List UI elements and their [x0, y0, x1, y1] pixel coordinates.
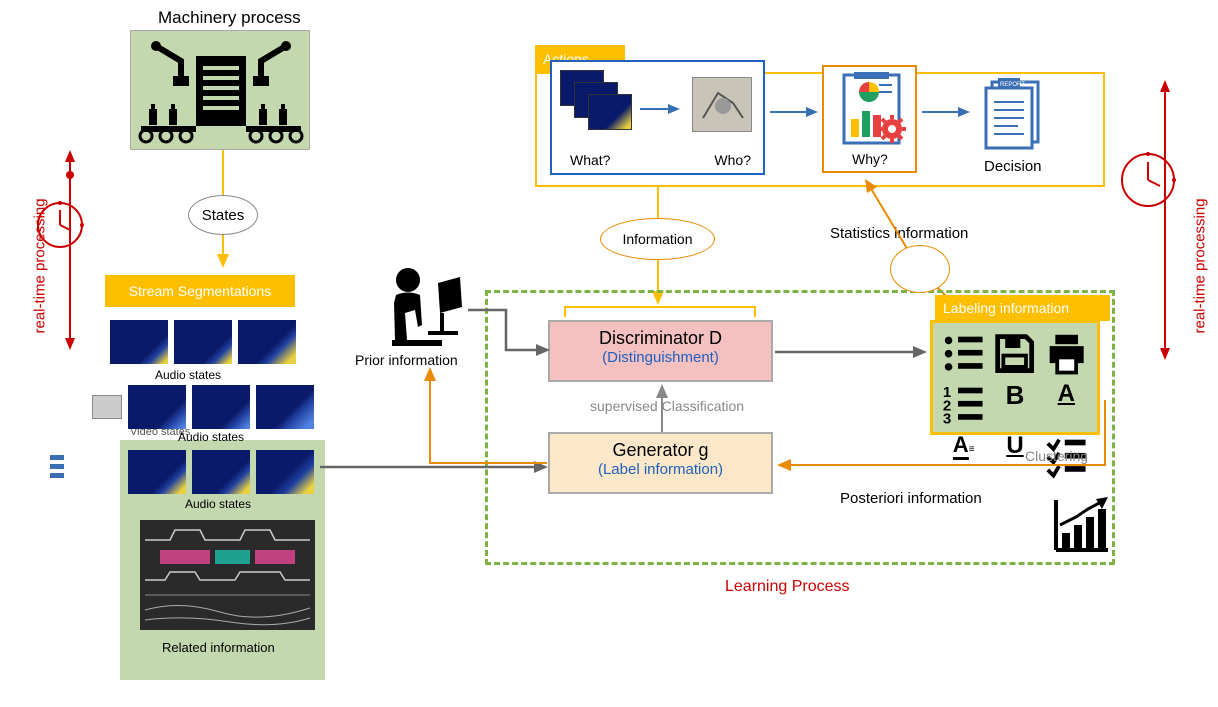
growth-chart-icon: [1048, 495, 1113, 555]
print-icon: [1044, 331, 1089, 376]
list-ul-icon: [941, 331, 986, 376]
arrow-gen-disc: [652, 384, 672, 434]
right-axis-label: real-time processing: [1192, 174, 1209, 334]
stream-seg-label: Stream Segmentations: [129, 283, 271, 299]
related-info-label: Related information: [162, 640, 275, 655]
stream-seg-box: Stream Segmentations: [105, 275, 295, 307]
arrow-disc-labeling: [775, 345, 930, 359]
left-clock-icon: [35, 200, 85, 250]
discriminator-sub: (Distinguishment): [556, 349, 765, 366]
machinery-title: Machinery process: [158, 8, 301, 28]
generator-box: Generator g (Label information): [548, 432, 773, 494]
decision-doc-icon: REPORT: [980, 72, 1050, 152]
audio-label-3: Audio states: [185, 497, 251, 511]
discriminator-title: Discriminator D: [556, 328, 765, 349]
blue-dots: [50, 455, 64, 478]
spectro-row-1: [110, 320, 296, 364]
states-circle: States: [188, 195, 258, 235]
machinery-icon: [131, 31, 311, 151]
what-label: What?: [570, 152, 610, 168]
stats-circle: [890, 245, 950, 293]
states-label: States: [202, 207, 245, 224]
audio-label-1: Audio states: [155, 368, 221, 382]
spectro-row-3: [128, 450, 314, 494]
generator-sub: (Label information): [556, 461, 765, 478]
svg-text:REPORT: REPORT: [1000, 82, 1025, 88]
learning-label: Learning Process: [725, 578, 850, 596]
right-axis-arrow: [1155, 80, 1175, 360]
decision-label: Decision: [984, 158, 1042, 175]
generator-title: Generator g: [556, 440, 765, 461]
information-circle: Information: [600, 218, 715, 260]
who-label: Who?: [714, 152, 751, 168]
discriminator-box: Discriminator D (Distinguishment): [548, 320, 773, 382]
arrow-who-why: [770, 105, 820, 119]
left-axis-arrow: [60, 150, 80, 350]
audio-label-2: Audio states: [178, 430, 244, 444]
video-thumb: [92, 395, 122, 419]
labeling-header-label: Labeling information: [943, 300, 1069, 316]
information-label: Information: [622, 231, 692, 247]
what-who-box: What? Who?: [550, 60, 765, 175]
timeline-block: [140, 520, 315, 630]
arrow-gen-prior: [425, 365, 555, 475]
right-clock-icon: [1118, 150, 1178, 210]
arrow-labeling-gen: [775, 400, 1110, 475]
report-chart-icon: [824, 67, 919, 152]
labeling-header: Labeling information: [935, 295, 1110, 321]
arrow-person-disc: [468, 300, 553, 360]
why-label: Why?: [852, 151, 888, 167]
left-axis-label: real-time processing: [32, 174, 49, 334]
person-computer-icon: [380, 265, 480, 355]
posteriori-label: Posteriori information: [840, 490, 982, 507]
save-icon: [992, 331, 1037, 376]
machinery-box: [130, 30, 310, 150]
why-box: Why?: [822, 65, 917, 173]
arrow-why-decision: [922, 105, 972, 119]
spectro-row-2: [128, 385, 314, 429]
